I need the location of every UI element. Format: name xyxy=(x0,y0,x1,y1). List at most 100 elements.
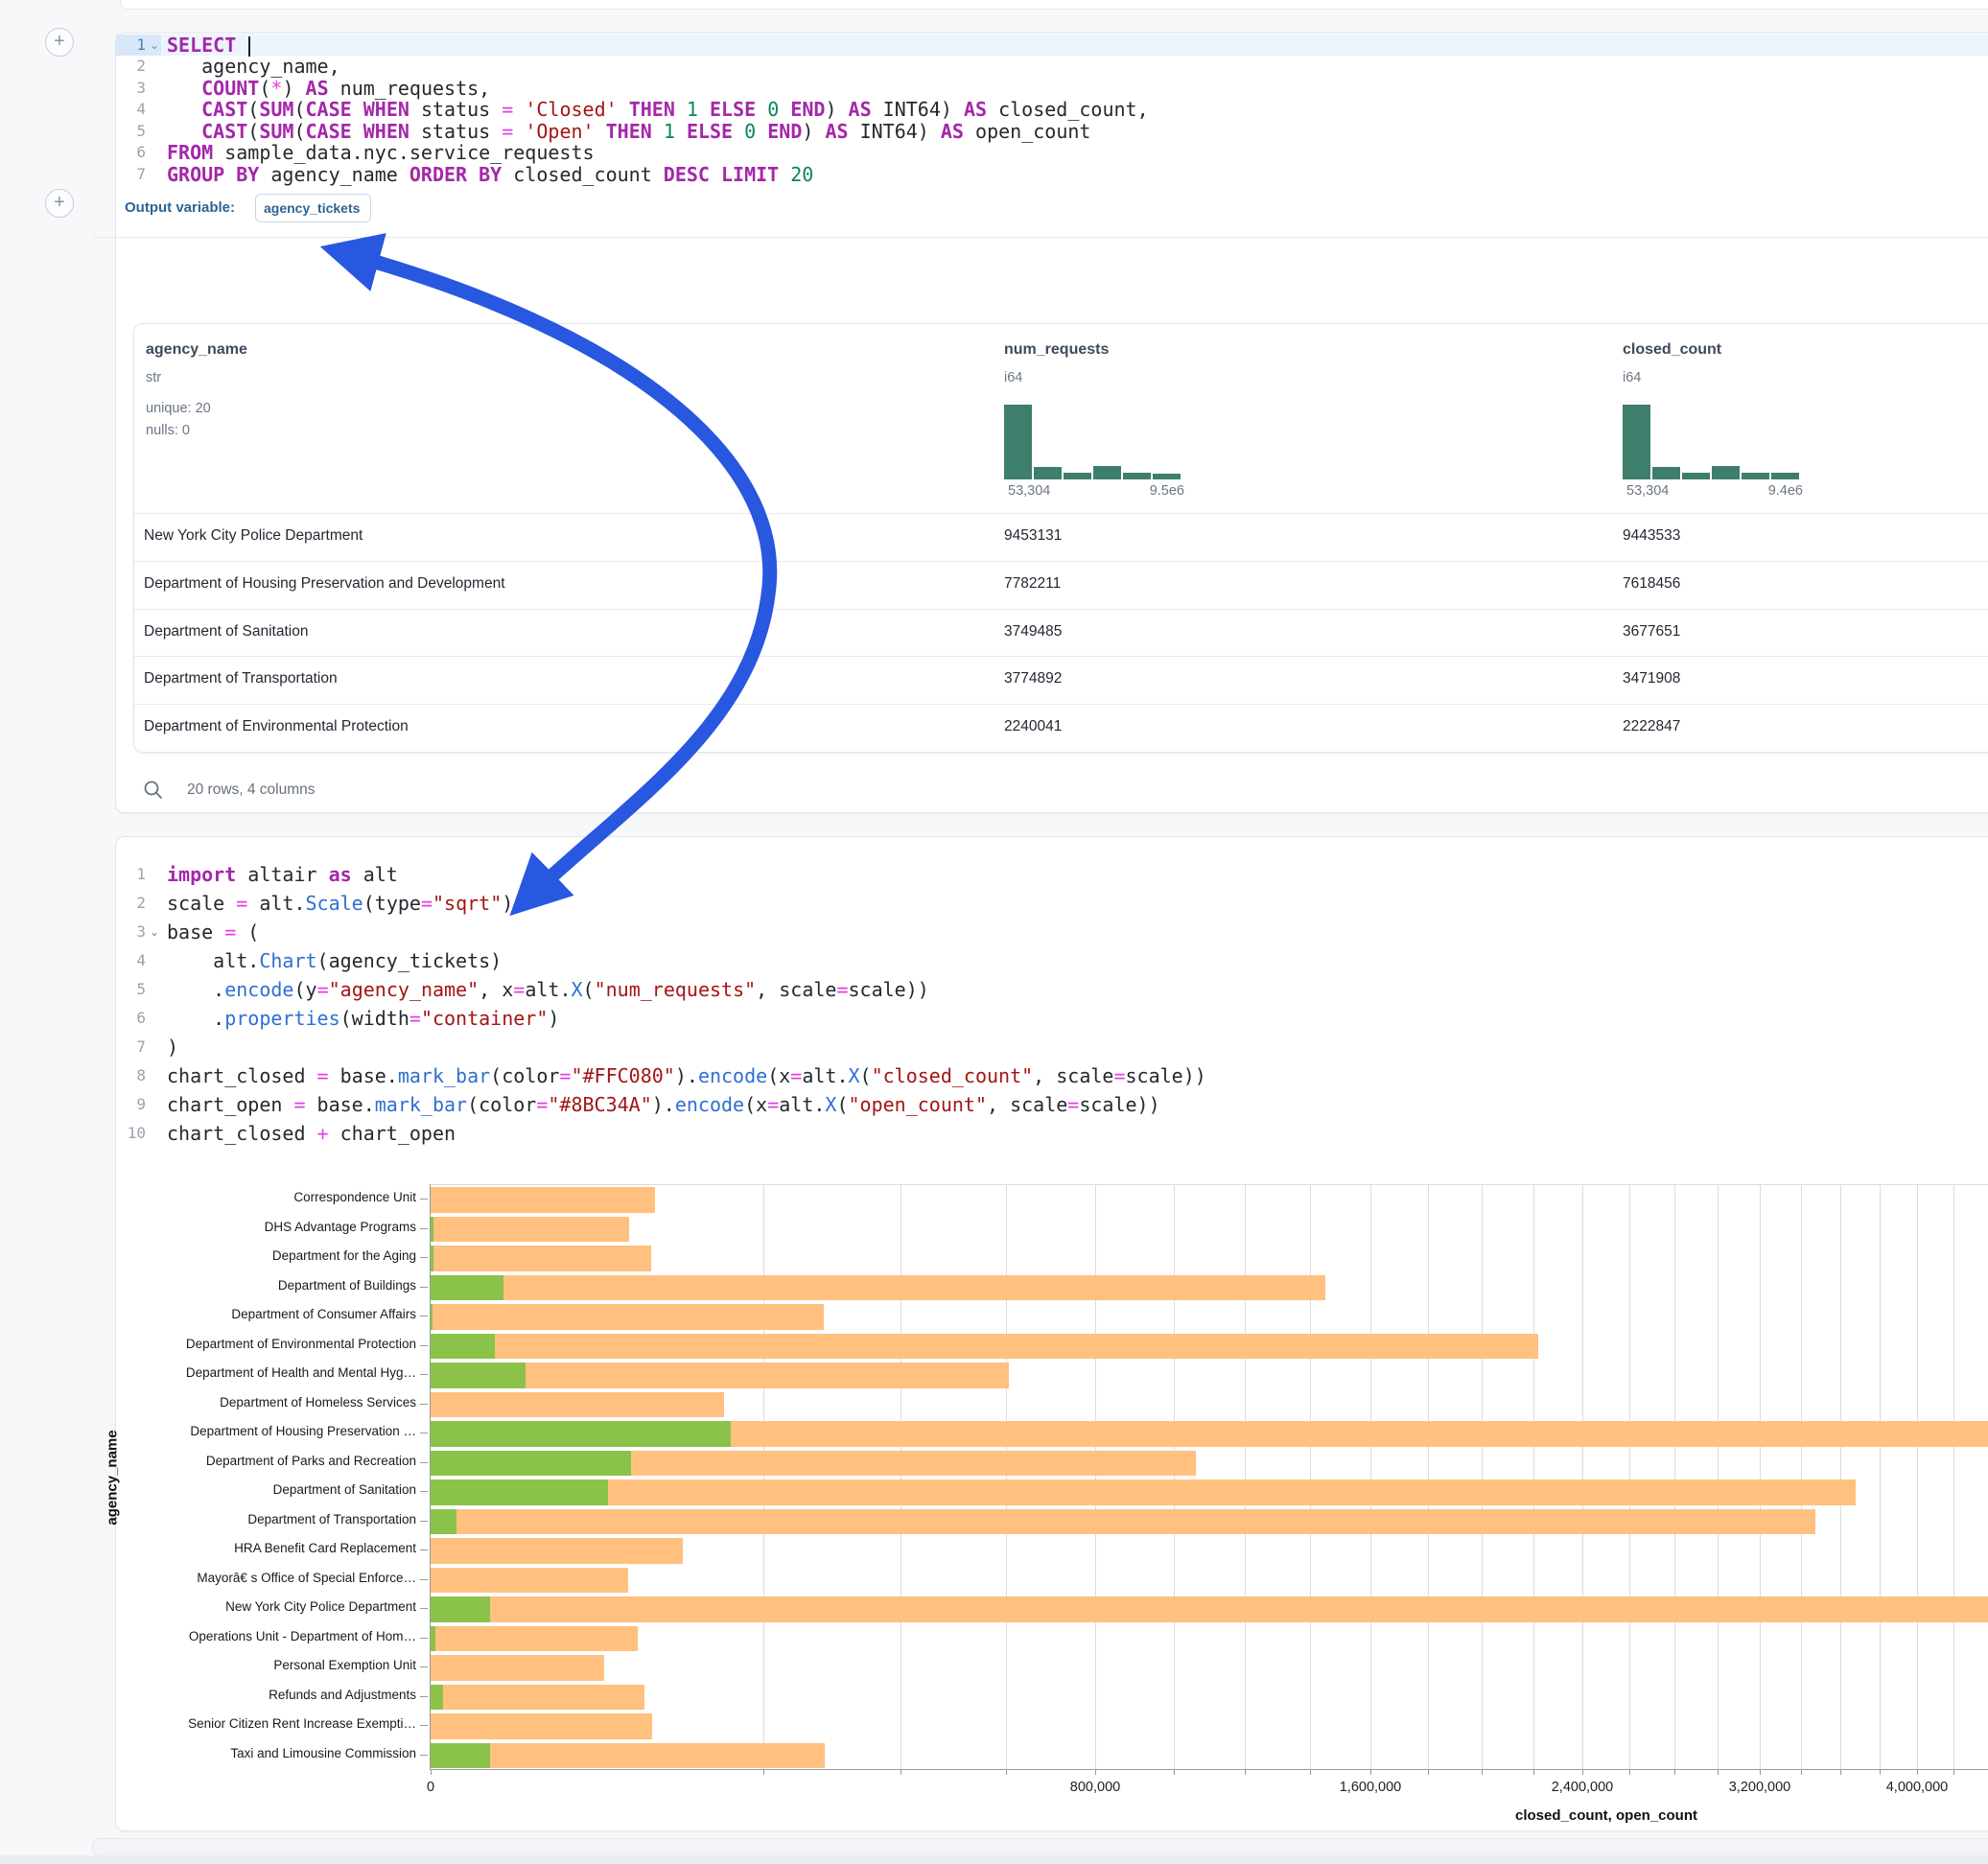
chart-category-label[interactable]: New York City Police Department xyxy=(96,1599,416,1614)
table-cell[interactable]: Department of Environmental Protection xyxy=(144,718,409,735)
bar-open-count[interactable] xyxy=(431,1596,490,1622)
bar-closed-count[interactable] xyxy=(431,1246,651,1271)
table-cell[interactable]: 2240041 xyxy=(1004,718,1062,735)
table-cell[interactable]: New York City Police Department xyxy=(144,527,363,545)
python-code-line: chart_closed + chart_open xyxy=(167,1119,456,1148)
page-bottom-band xyxy=(0,1855,1988,1864)
python-code-line: ) xyxy=(167,1033,178,1061)
bar-closed-count[interactable] xyxy=(431,1187,655,1213)
bar-open-count[interactable] xyxy=(431,1451,631,1477)
chart-category-label[interactable]: HRA Benefit Card Replacement xyxy=(96,1541,416,1555)
gridline xyxy=(1917,1185,1918,1770)
x-tick xyxy=(1801,1770,1802,1775)
fold-chevron-icon[interactable]: ⌄ xyxy=(150,918,163,946)
bar-closed-count[interactable] xyxy=(431,1568,628,1594)
table-cell[interactable]: 7782211 xyxy=(1004,575,1061,593)
chart-category-label[interactable]: Taxi and Limousine Commission xyxy=(96,1746,416,1760)
cell-divider xyxy=(93,237,1988,238)
bar-open-count[interactable] xyxy=(431,1275,503,1301)
histogram-bar xyxy=(1004,405,1032,479)
chart-category-label[interactable]: Operations Unit - Department of Hom… xyxy=(96,1629,416,1643)
chart-category-label[interactable]: DHS Advantage Programs xyxy=(96,1220,416,1234)
bar-closed-count[interactable] xyxy=(431,1217,629,1243)
bar-open-count[interactable] xyxy=(431,1217,433,1243)
bar-open-count[interactable] xyxy=(431,1626,435,1652)
x-tick-label: 800,000 xyxy=(1070,1780,1120,1795)
table-cell[interactable]: 3471908 xyxy=(1623,670,1680,687)
table-cell[interactable]: 9453131 xyxy=(1004,527,1062,545)
table-cell[interactable]: Department of Housing Preservation and D… xyxy=(144,575,505,593)
y-tick xyxy=(420,1257,428,1258)
bar-open-count[interactable] xyxy=(431,1685,443,1711)
text-cursor xyxy=(248,36,250,57)
table-cell[interactable]: Department of Transportation xyxy=(144,670,338,687)
table-cell[interactable]: 7618456 xyxy=(1623,575,1680,593)
insert-cell-button[interactable]: + xyxy=(45,28,74,57)
chart-category-label[interactable]: Department of Consumer Affairs xyxy=(96,1307,416,1321)
bar-open-count[interactable] xyxy=(431,1743,490,1769)
bar-closed-count[interactable] xyxy=(431,1538,683,1564)
gridline xyxy=(1482,1185,1483,1770)
y-tick xyxy=(420,1404,428,1405)
next-cell-edge xyxy=(92,1838,1988,1856)
output-variable-pill[interactable]: agency_tickets xyxy=(255,194,371,222)
insert-cell-button[interactable]: + xyxy=(45,189,74,218)
chart-category-label[interactable]: Department of Sanitation xyxy=(96,1482,416,1497)
bar-closed-count[interactable] xyxy=(431,1655,604,1681)
bar-closed-count[interactable] xyxy=(431,1392,724,1418)
chart-category-label[interactable]: Mayorâ€ s Office of Special Enforce… xyxy=(96,1571,416,1585)
bar-closed-count[interactable] xyxy=(431,1713,652,1739)
bar-open-count[interactable] xyxy=(431,1509,456,1535)
table-cell[interactable]: 3774892 xyxy=(1004,670,1062,687)
bar-closed-count[interactable] xyxy=(431,1480,1856,1505)
bar-open-count[interactable] xyxy=(431,1334,495,1360)
bar-closed-count[interactable] xyxy=(431,1685,644,1711)
fold-chevron-icon[interactable]: ⌄ xyxy=(150,35,163,57)
table-cell[interactable]: 3749485 xyxy=(1004,623,1062,641)
chart-category-label[interactable]: Senior Citizen Rent Increase Exempti… xyxy=(96,1716,416,1731)
bar-closed-count[interactable] xyxy=(431,1304,824,1330)
line-number: 8 xyxy=(113,1061,146,1090)
chart-plot-area xyxy=(431,1184,1988,1770)
chart-category-label[interactable]: Department of Environmental Protection xyxy=(96,1337,416,1351)
bar-open-count[interactable] xyxy=(431,1246,433,1271)
chart-category-label[interactable]: Correspondence Unit xyxy=(96,1190,416,1204)
column-header-num-requests[interactable]: num_requests xyxy=(1004,341,1109,359)
bar-open-count[interactable] xyxy=(431,1304,433,1330)
chart-y-axis-title: agency_name xyxy=(105,1430,121,1525)
bar-open-count[interactable] xyxy=(431,1480,608,1505)
column-header-agency-name[interactable]: agency_name xyxy=(146,341,247,359)
gridline xyxy=(1310,1185,1311,1770)
bar-closed-count[interactable] xyxy=(431,1626,638,1652)
sql-code-line: GROUP BY agency_name ORDER BY closed_cou… xyxy=(167,164,813,186)
bar-closed-count[interactable] xyxy=(431,1275,1325,1301)
chart-category-label[interactable]: Department of Homeless Services xyxy=(96,1395,416,1410)
table-cell[interactable]: 2222847 xyxy=(1623,718,1680,735)
chart-category-label[interactable]: Department of Health and Mental Hyg… xyxy=(96,1365,416,1380)
chart-category-label[interactable]: Personal Exemption Unit xyxy=(96,1658,416,1672)
chart-category-label[interactable]: Department of Transportation xyxy=(96,1512,416,1526)
chart-x-axis-title: closed_count, open_count xyxy=(1515,1807,1697,1824)
x-tick xyxy=(1840,1770,1841,1775)
x-tick-label: 4,000,000 xyxy=(1886,1780,1949,1795)
table-cell[interactable]: Department of Sanitation xyxy=(144,623,308,641)
chart-category-label[interactable]: Refunds and Adjustments xyxy=(96,1688,416,1702)
sql-code-line: CAST(SUM(CASE WHEN status = 'Closed' THE… xyxy=(167,99,1149,121)
search-icon[interactable] xyxy=(143,780,164,801)
column-header-closed-count[interactable]: closed_count xyxy=(1623,341,1721,359)
y-tick xyxy=(420,1549,428,1550)
bar-open-count[interactable] xyxy=(431,1421,731,1447)
bar-closed-count[interactable] xyxy=(431,1334,1538,1360)
chart-category-label[interactable]: Department of Housing Preservation … xyxy=(96,1424,416,1438)
table-cell[interactable]: 9443533 xyxy=(1623,527,1680,545)
x-tick xyxy=(1533,1770,1534,1775)
y-tick xyxy=(420,1755,428,1756)
bar-closed-count[interactable] xyxy=(431,1596,1988,1622)
bar-closed-count[interactable] xyxy=(431,1509,1815,1535)
chart-category-label[interactable]: Department for the Aging xyxy=(96,1248,416,1263)
chart-category-label[interactable]: Department of Buildings xyxy=(96,1278,416,1293)
table-row-count: 20 rows, 4 columns xyxy=(187,781,316,799)
table-cell[interactable]: 3677651 xyxy=(1623,623,1680,641)
chart-category-label[interactable]: Department of Parks and Recreation xyxy=(96,1454,416,1468)
bar-open-count[interactable] xyxy=(431,1363,526,1388)
